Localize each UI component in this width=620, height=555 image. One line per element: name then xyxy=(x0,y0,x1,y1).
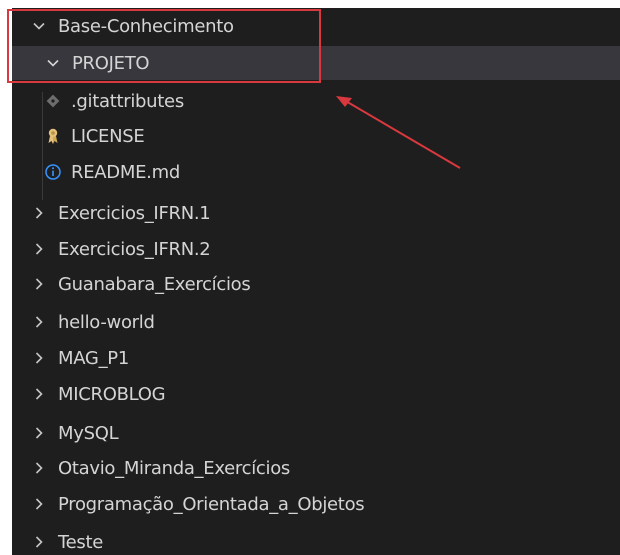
chevron-right-icon xyxy=(32,242,46,256)
folder-label: Guanabara_Exercícios xyxy=(58,273,251,295)
folder-item[interactable]: MySQL xyxy=(12,416,620,450)
folder-item[interactable]: Programação_Orientada_a_Objetos xyxy=(12,487,620,521)
folder-label: PROJETO xyxy=(72,52,150,74)
folder-item[interactable]: MICROBLOG xyxy=(12,377,620,411)
folder-item[interactable]: Otavio_Miranda_Exercícios xyxy=(12,451,620,485)
file-explorer: Base-Conhecimento PROJETO .gitattributes… xyxy=(12,8,620,555)
folder-item[interactable]: Exercicios_IFRN.1 xyxy=(12,196,620,230)
chevron-down-icon xyxy=(32,19,46,33)
file-label: README.md xyxy=(71,161,180,183)
file-item-license[interactable]: LICENSE xyxy=(12,119,620,153)
file-item-readme[interactable]: README.md xyxy=(12,155,620,189)
folder-item[interactable]: MAG_P1 xyxy=(12,341,620,375)
chevron-right-icon xyxy=(32,206,46,220)
chevron-right-icon xyxy=(32,497,46,511)
folder-label: Teste xyxy=(58,531,104,553)
folder-project[interactable]: PROJETO xyxy=(12,46,620,80)
folder-root[interactable]: Base-Conhecimento xyxy=(12,9,620,43)
folder-item[interactable]: Teste xyxy=(12,525,620,555)
folder-item[interactable]: hello-world xyxy=(12,305,620,339)
folder-label: MySQL xyxy=(58,422,119,444)
folder-label: Otavio_Miranda_Exercícios xyxy=(58,457,290,479)
chevron-down-icon xyxy=(46,56,60,70)
chevron-right-icon xyxy=(32,351,46,365)
chevron-right-icon xyxy=(32,387,46,401)
folder-label: MICROBLOG xyxy=(58,383,166,405)
folder-item[interactable]: Exercicios_IFRN.2 xyxy=(12,232,620,266)
file-label: LICENSE xyxy=(71,125,145,147)
folder-label: Base-Conhecimento xyxy=(58,15,234,37)
screenshot-frame: Base-Conhecimento PROJETO .gitattributes… xyxy=(0,0,620,555)
file-item-gitattributes[interactable]: .gitattributes xyxy=(12,84,620,118)
folder-label: hello-world xyxy=(58,311,155,333)
chevron-right-icon xyxy=(32,461,46,475)
folder-label: Exercicios_IFRN.2 xyxy=(58,238,211,260)
info-icon xyxy=(44,163,62,181)
license-ribbon-icon xyxy=(44,127,62,145)
folder-label: Exercicios_IFRN.1 xyxy=(58,202,211,224)
chevron-right-icon xyxy=(32,277,46,291)
folder-item[interactable]: Guanabara_Exercícios xyxy=(12,267,620,301)
chevron-right-icon xyxy=(32,426,46,440)
file-label: .gitattributes xyxy=(71,90,184,112)
folder-label: MAG_P1 xyxy=(58,347,129,369)
folder-label: Programação_Orientada_a_Objetos xyxy=(58,493,365,515)
chevron-right-icon xyxy=(32,315,46,329)
chevron-right-icon xyxy=(32,535,46,549)
git-diamond-icon xyxy=(44,92,62,110)
